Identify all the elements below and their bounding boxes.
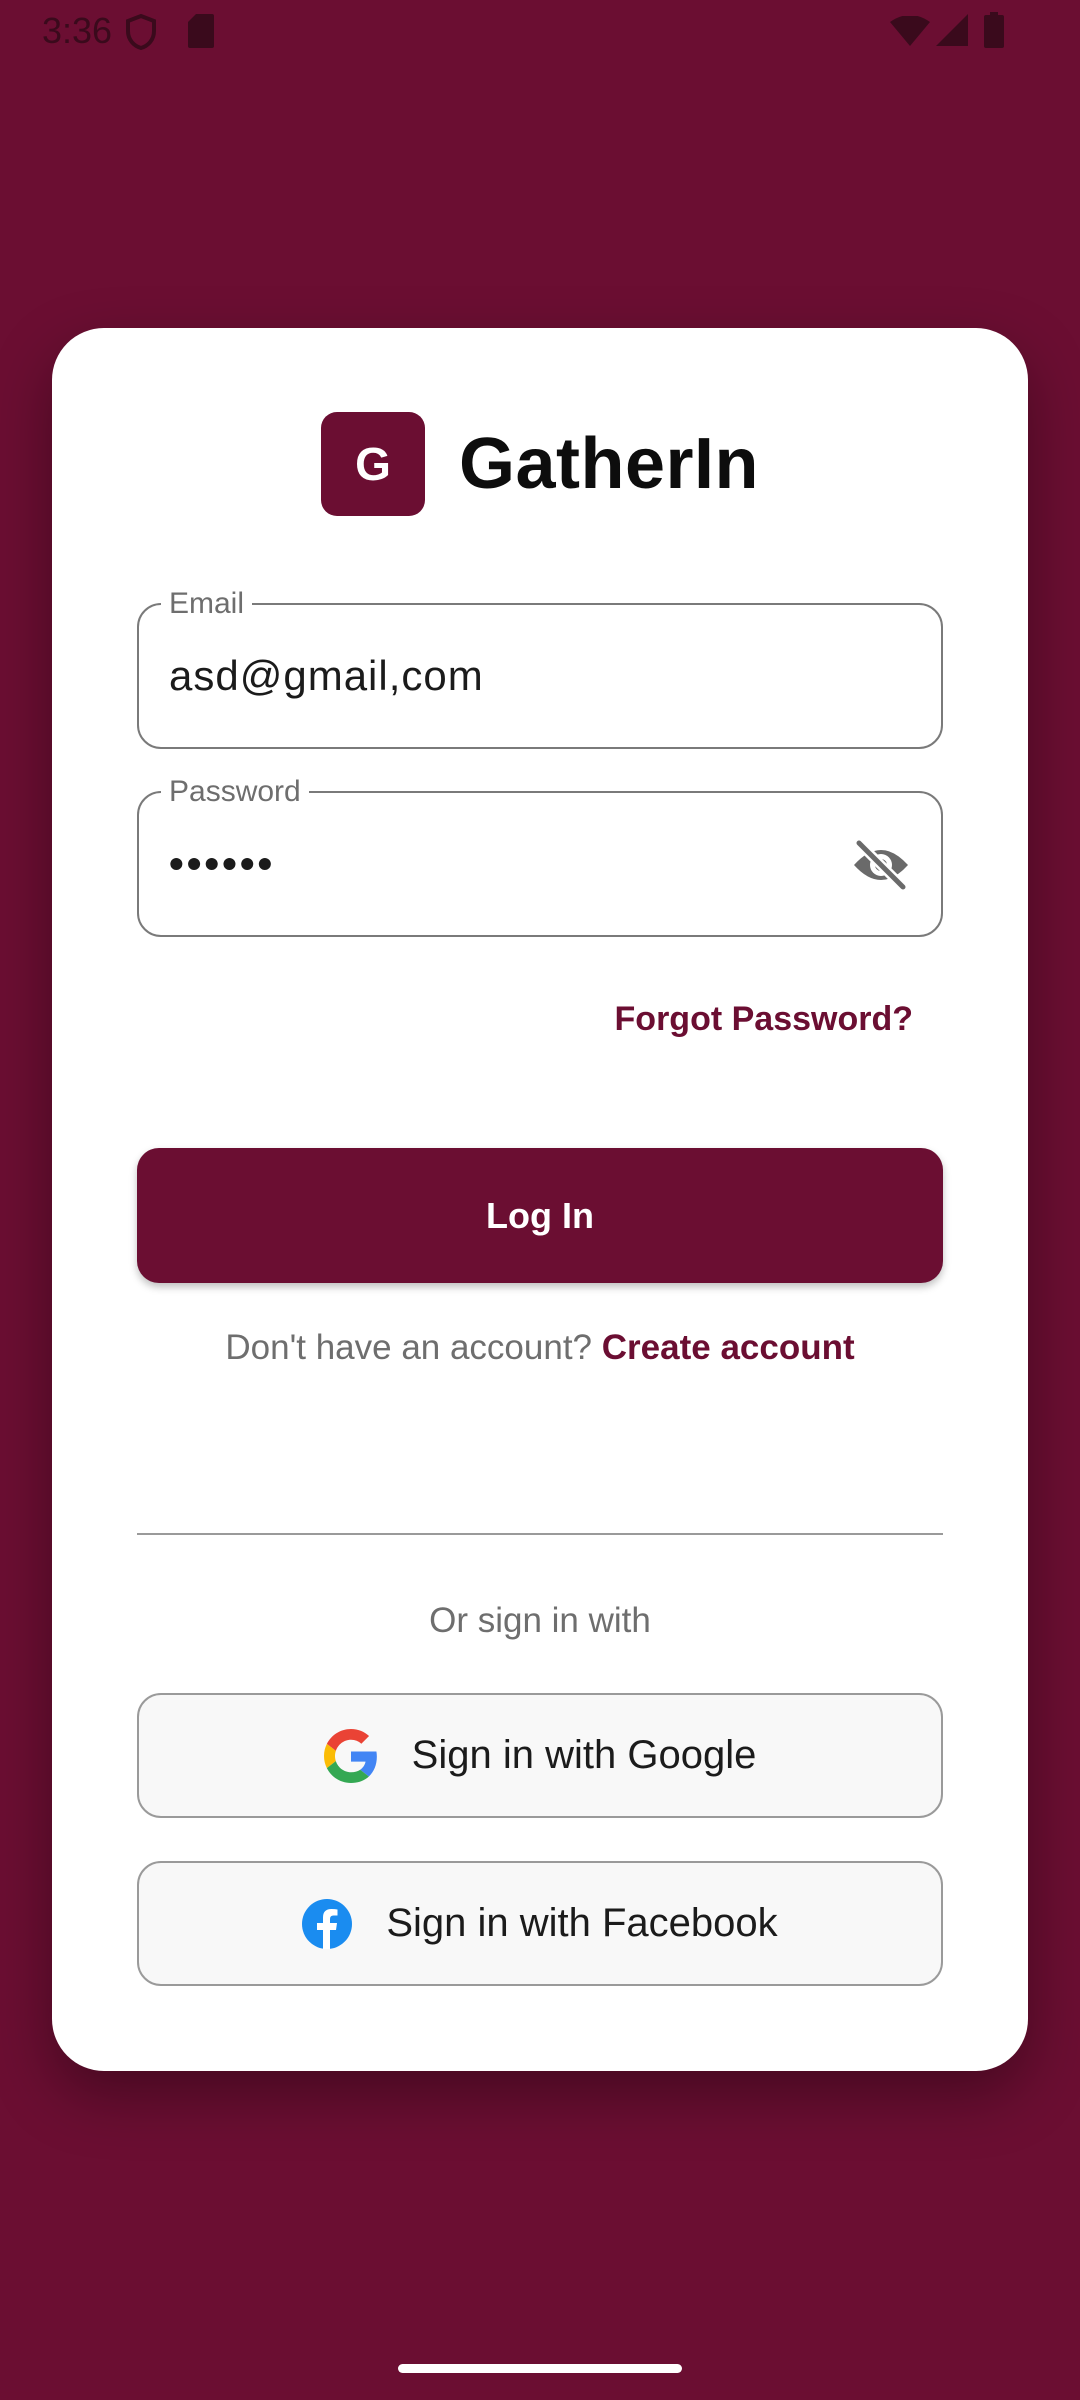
email-field-value[interactable]: asd@gmail,com [169, 605, 484, 747]
signup-prompt: Don't have an account? [225, 1328, 593, 1367]
facebook-sign-in-label: Sign in with Facebook [386, 1901, 778, 1945]
login-button[interactable]: Log In [137, 1148, 943, 1283]
battery-icon [984, 12, 1004, 48]
app-name: GatherIn [458, 424, 760, 504]
gesture-navigation-bar[interactable] [398, 2364, 682, 2373]
brand-header: G GatherIn [52, 412, 1028, 516]
login-card: G GatherIn Email asd@gmail,com Password … [52, 328, 1028, 2071]
sd-card-icon [188, 14, 214, 48]
google-sign-in-label: Sign in with Google [411, 1733, 757, 1777]
app-logo: G [320, 412, 425, 516]
email-field[interactable]: Email asd@gmail,com [137, 587, 943, 749]
signup-row: Don't have an account? Create account [52, 1328, 1028, 1368]
eye-off-icon[interactable] [851, 838, 911, 892]
cellular-signal-icon [936, 14, 968, 46]
password-field-value[interactable]: •••••• [169, 793, 275, 935]
facebook-sign-in-button[interactable]: Sign in with Facebook [137, 1861, 943, 1986]
forgot-password-link[interactable]: Forgot Password? [615, 1000, 913, 1039]
shield-icon [126, 14, 156, 50]
wifi-icon [890, 16, 930, 46]
or-sign-in-with-text: Or sign in with [429, 1601, 651, 1640]
status-bar: 3:36 [0, 0, 1080, 64]
divider [137, 1533, 943, 1535]
google-sign-in-button[interactable]: Sign in with Google [137, 1693, 943, 1818]
status-time: 3:36 [42, 10, 113, 51]
password-field[interactable]: Password •••••• [137, 775, 943, 937]
create-account-link[interactable]: Create account [602, 1328, 855, 1367]
google-icon [323, 1728, 378, 1783]
facebook-icon [302, 1898, 353, 1949]
